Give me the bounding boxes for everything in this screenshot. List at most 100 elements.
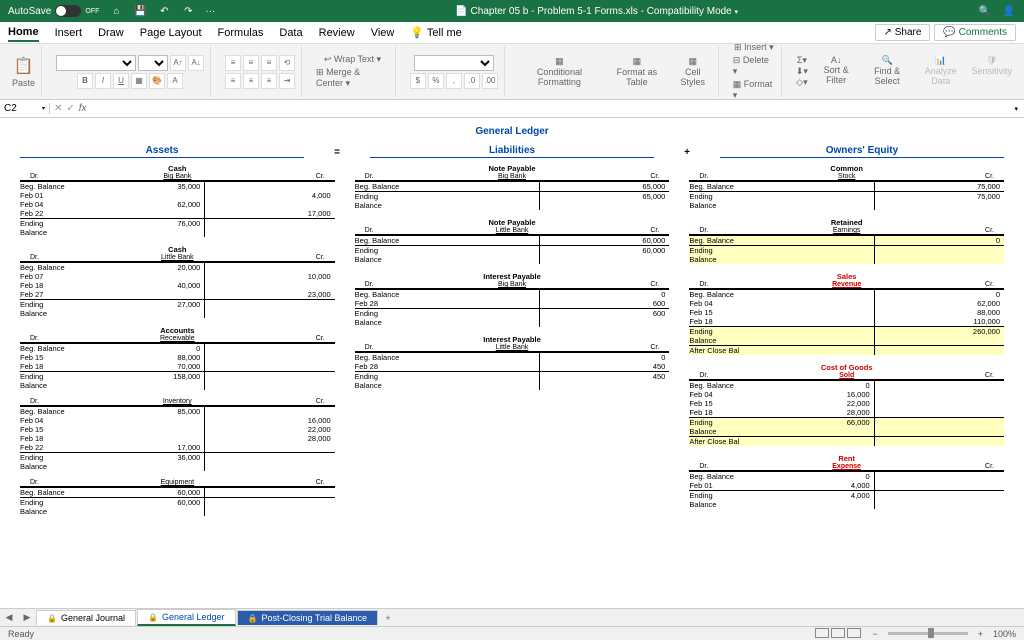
sheet-nav-next[interactable]: ▶: [18, 612, 36, 623]
zoom-in-button[interactable]: +: [978, 629, 983, 639]
toggle-switch[interactable]: [55, 5, 81, 17]
find-select-button[interactable]: 🔍Find & Select: [864, 55, 910, 88]
comma-icon[interactable]: ,: [446, 73, 462, 89]
sheet-tab-bar: ◀ ▶ 🔒General Journal 🔒General Ledger 🔒Po…: [0, 608, 1024, 626]
more-icon[interactable]: ···: [205, 6, 215, 17]
align-top-icon[interactable]: ≡: [225, 55, 241, 71]
home-icon[interactable]: ⌂: [109, 4, 123, 18]
plus-sign: +: [684, 147, 690, 158]
inventory-account: Dr.InventoryCr.Beg. Balance85,000Feb 041…: [20, 398, 335, 471]
view-mode-icons[interactable]: [814, 628, 862, 640]
autosave-toggle[interactable]: AutoSave OFF: [8, 5, 99, 17]
align-left-icon[interactable]: ≡: [225, 73, 241, 89]
accounts-receivable-account: AccountsDr.ReceivableCr.Beg. Balance0Feb…: [20, 326, 335, 390]
zoom-level[interactable]: 100%: [993, 629, 1016, 639]
align-bot-icon[interactable]: ≡: [261, 55, 277, 71]
zoom-slider[interactable]: [888, 632, 968, 635]
align-mid-icon[interactable]: ≡: [243, 55, 259, 71]
enter-icon[interactable]: ✓: [66, 103, 74, 114]
fx-icon[interactable]: fx: [79, 103, 87, 114]
dec-dec-icon[interactable]: .00: [482, 73, 498, 89]
cancel-icon[interactable]: ✕: [54, 103, 62, 114]
comments-button[interactable]: 💬 Comments: [934, 24, 1016, 41]
tab-home[interactable]: Home: [8, 24, 39, 42]
common-stock-account: CommonDr.StockCr.Beg. Balance75,000Endin…: [689, 164, 1004, 210]
currency-icon[interactable]: $: [410, 73, 426, 89]
formula-input[interactable]: [100, 100, 1008, 117]
percent-icon[interactable]: %: [428, 73, 444, 89]
font-select[interactable]: [56, 55, 136, 71]
user-icon[interactable]: 👤: [1002, 4, 1016, 18]
tab-review[interactable]: Review: [319, 25, 355, 41]
sort-filter-button[interactable]: A↓Sort & Filter: [816, 55, 856, 88]
equipment-account: Dr.EquipmentCr.Beg. Balance60,000Ending …: [20, 479, 335, 516]
equals-sign: =: [334, 147, 340, 158]
clipboard-group: 📋 Paste: [6, 46, 42, 97]
tab-formulas[interactable]: Formulas: [218, 25, 264, 41]
redo-icon[interactable]: ↷: [181, 4, 195, 18]
add-sheet-button[interactable]: +: [379, 613, 397, 623]
wrap-text-button[interactable]: ↩ Wrap Text ▾: [324, 54, 381, 65]
titlebar: AutoSave OFF ⌂ 💾 ↶ ↷ ··· 📄 Chapter 05 b …: [0, 0, 1024, 22]
search-icon[interactable]: 🔍: [978, 4, 992, 18]
align-center-icon[interactable]: ≡: [243, 73, 259, 89]
page-title: General Ledger: [20, 126, 1004, 137]
sheet-tab-pc[interactable]: 🔒Post-Closing Trial Balance: [237, 610, 379, 625]
merge-button[interactable]: ⊞ Merge & Center ▾: [316, 67, 389, 89]
tab-page-layout[interactable]: Page Layout: [140, 25, 202, 41]
int-bigbank-account: Interest PayableDr.Big BankCr.Beg. Balan…: [355, 272, 670, 327]
format-button[interactable]: ▦ Format ▾: [733, 79, 775, 101]
paste-button[interactable]: Paste: [12, 78, 35, 88]
zoom-out-button[interactable]: −: [872, 629, 877, 639]
cell-styles-button[interactable]: ▦Cell Styles: [674, 56, 712, 87]
save-icon[interactable]: 💾: [133, 4, 147, 18]
autosum-button[interactable]: Σ▾⬇▾◇▾: [796, 55, 808, 88]
analyze-button[interactable]: 📊Analyze Data: [918, 55, 964, 88]
indent-icon[interactable]: ⇥: [279, 73, 295, 89]
decrease-font-icon[interactable]: A↓: [188, 55, 204, 71]
cash-littlebank-account: CashDr.Little BankCr.Beg. Balance20,000F…: [20, 245, 335, 318]
undo-icon[interactable]: ↶: [157, 4, 171, 18]
italic-icon[interactable]: I: [95, 73, 111, 89]
delete-button[interactable]: ⊟ Delete ▾: [733, 55, 775, 77]
size-select[interactable]: [138, 55, 168, 71]
bold-icon[interactable]: B: [77, 73, 93, 89]
tab-tellme[interactable]: 💡 Tell me: [410, 24, 461, 41]
np-littlebank-account: Note PayableDr.Little BankCr.Beg. Balanc…: [355, 218, 670, 264]
insert-button[interactable]: ⊞ Insert ▾: [734, 42, 774, 53]
number-format-select[interactable]: [414, 55, 494, 71]
sheet-nav-prev[interactable]: ◀: [0, 612, 18, 623]
tab-insert[interactable]: Insert: [55, 25, 83, 41]
name-box[interactable]: C2▾: [0, 103, 50, 114]
int-littlebank-account: Interest PayableDr.Little BankCr.Beg. Ba…: [355, 335, 670, 390]
orient-icon[interactable]: ⟲: [279, 55, 295, 71]
border-icon[interactable]: ▦: [131, 73, 147, 89]
equity-header: Owners' Equity: [720, 145, 1004, 158]
sheet-tab-gl[interactable]: 🔒General Ledger: [137, 609, 236, 626]
fill-color-icon[interactable]: 🎨: [149, 73, 165, 89]
share-button[interactable]: ↗ Share: [875, 24, 931, 41]
formula-bar: C2▾ ✕ ✓ fx ▾: [0, 100, 1024, 118]
ribbon-toolbar: 📋 Paste A↑A↓ BIU▦🎨A ≡≡≡⟲ ≡≡≡⇥ ↩ Wrap Tex…: [0, 44, 1024, 100]
cells-group: ⊞ Insert ▾ ⊟ Delete ▾ ▦ Format ▾: [727, 46, 782, 97]
increase-font-icon[interactable]: A↑: [170, 55, 186, 71]
tab-data[interactable]: Data: [279, 25, 302, 41]
sensitivity-button[interactable]: 🛡Sensitivity: [971, 55, 1012, 88]
format-table-button[interactable]: ▦Format as Table: [608, 56, 666, 87]
liabilities-column: Note PayableDr.Big BankCr.Beg. Balance65…: [355, 164, 670, 516]
align-right-icon[interactable]: ≡: [261, 73, 277, 89]
worksheet[interactable]: General Ledger Assets = Liabilities + Ow…: [0, 118, 1024, 618]
ribbon-tabs: Home Insert Draw Page Layout Formulas Da…: [0, 22, 1024, 44]
tab-draw[interactable]: Draw: [98, 25, 124, 41]
wrap-group: ↩ Wrap Text ▾ ⊞ Merge & Center ▾: [310, 46, 396, 97]
autosave-label: AutoSave: [8, 6, 51, 17]
inc-dec-icon[interactable]: .0: [464, 73, 480, 89]
cond-format-button[interactable]: ▦Conditional Formatting: [519, 56, 600, 87]
equity-column: CommonDr.StockCr.Beg. Balance75,000Endin…: [689, 164, 1004, 516]
underline-icon[interactable]: U: [113, 73, 129, 89]
expand-formula-icon[interactable]: ▾: [1008, 105, 1024, 113]
tab-view[interactable]: View: [371, 25, 395, 41]
assets-header: Assets: [20, 145, 304, 158]
sheet-tab-gj[interactable]: 🔒General Journal: [36, 610, 136, 625]
font-color-icon[interactable]: A: [167, 73, 183, 89]
